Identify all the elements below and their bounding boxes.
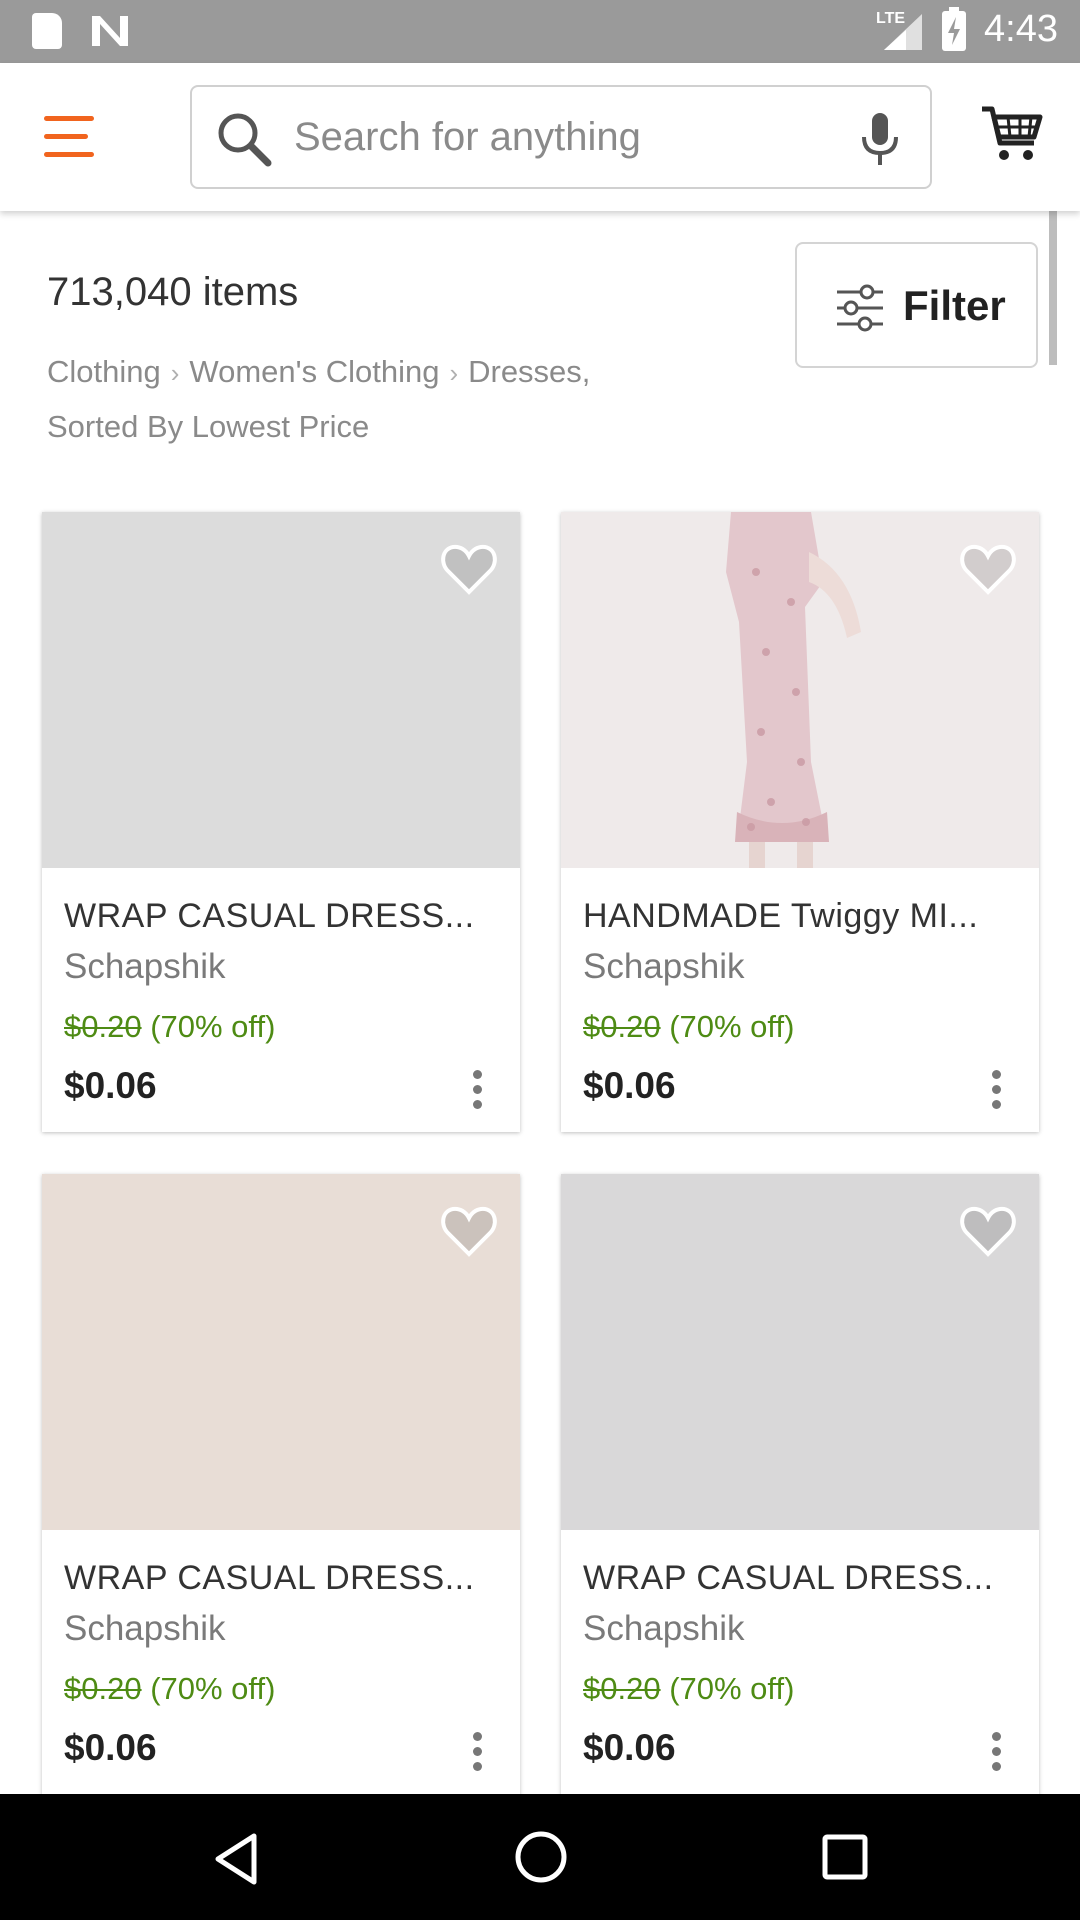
top-app-bar <box>0 63 1080 211</box>
shop-name: Schapshik <box>583 1609 745 1648</box>
mic-icon[interactable] <box>860 111 900 167</box>
breadcrumb-item-womens-clothing[interactable]: Women's Clothing <box>189 354 439 389</box>
recents-icon[interactable] <box>822 1834 868 1880</box>
shop-name: Schapshik <box>583 947 745 986</box>
original-price: $0.20 (70% off) <box>64 1671 275 1707</box>
sale-price: $0.06 <box>583 1727 676 1768</box>
favorite-heart-icon[interactable] <box>440 542 498 596</box>
filter-button[interactable]: Filter <box>795 242 1038 368</box>
listing-card[interactable]: WRAP CASUAL DRESS... Schapshik $0.20 (70… <box>561 1174 1039 1814</box>
listing-title: WRAP CASUAL DRESS... <box>64 897 475 935</box>
clock: 4:43 <box>984 8 1058 50</box>
original-price: $0.20 (70% off) <box>583 1671 794 1707</box>
favorite-heart-icon[interactable] <box>959 1204 1017 1258</box>
listing-card[interactable]: WRAP CASUAL DRESS... Schapshik $0.20 (70… <box>42 512 520 1132</box>
discount-text: (70% off) <box>669 1009 795 1044</box>
listing-card[interactable]: HANDMADE Twiggy MI... Schapshik $0.20 (7… <box>561 512 1039 1132</box>
strikethrough-price: $0.20 <box>64 1009 142 1044</box>
app-screen: LTE 4:43 Search for anything 713,040 ite… <box>0 0 1080 1920</box>
favorite-heart-icon[interactable] <box>959 542 1017 596</box>
sale-price: $0.06 <box>64 1065 157 1106</box>
search-icon <box>218 113 272 167</box>
strikethrough-price: $0.20 <box>583 1009 661 1044</box>
battery-charging-icon <box>942 7 966 51</box>
n-icon <box>92 16 128 46</box>
menu-button[interactable] <box>44 113 100 159</box>
more-options-icon[interactable] <box>987 1065 1007 1115</box>
strikethrough-price: $0.20 <box>64 1671 142 1706</box>
sale-price: $0.06 <box>583 1065 676 1106</box>
breadcrumb-item-clothing[interactable]: Clothing <box>47 354 161 389</box>
sale-price: $0.06 <box>64 1727 157 1768</box>
listing-title: WRAP CASUAL DRESS... <box>583 1559 994 1597</box>
back-icon[interactable] <box>212 1832 260 1886</box>
chevron-right-icon: › <box>170 358 180 388</box>
shop-name: Schapshik <box>64 947 226 986</box>
sort-description: Sorted By Lowest Price <box>47 409 370 444</box>
cart-icon[interactable] <box>980 103 1044 165</box>
listing-card[interactable]: WRAP CASUAL DRESS... Schapshik $0.20 (70… <box>42 1174 520 1814</box>
more-options-icon[interactable] <box>987 1727 1007 1777</box>
home-icon[interactable] <box>514 1830 568 1884</box>
discount-text: (70% off) <box>150 1009 276 1044</box>
shop-name: Schapshik <box>64 1609 226 1648</box>
favorite-heart-icon[interactable] <box>440 1204 498 1258</box>
discount-text: (70% off) <box>150 1671 276 1706</box>
network-type: LTE <box>876 10 906 27</box>
sd-card-icon <box>32 13 62 49</box>
original-price: $0.20 (70% off) <box>583 1009 794 1045</box>
breadcrumb: Clothing › Women's Clothing › Dresses, Sorte… <box>47 345 707 453</box>
results-count: 713,040 items <box>47 270 299 314</box>
strikethrough-price: $0.20 <box>583 1671 661 1706</box>
listing-title: WRAP CASUAL DRESS... <box>64 1559 475 1597</box>
search-bar[interactable] <box>190 85 932 189</box>
more-options-icon[interactable] <box>468 1065 488 1115</box>
system-nav-bar <box>0 1794 1080 1920</box>
listing-title: HANDMADE Twiggy MI... <box>583 897 979 935</box>
original-price: $0.20 (70% off) <box>64 1009 275 1045</box>
search-input[interactable] <box>294 107 814 167</box>
status-bar: LTE 4:43 <box>0 0 1080 63</box>
more-options-icon[interactable] <box>468 1727 488 1777</box>
breadcrumb-item-dresses[interactable]: Dresses, <box>468 354 590 389</box>
discount-text: (70% off) <box>669 1671 795 1706</box>
filter-label: Filter <box>903 282 1006 329</box>
scrollbar-thumb[interactable] <box>1049 211 1057 365</box>
chevron-right-icon: › <box>449 358 459 388</box>
filter-sliders-icon <box>837 284 883 332</box>
